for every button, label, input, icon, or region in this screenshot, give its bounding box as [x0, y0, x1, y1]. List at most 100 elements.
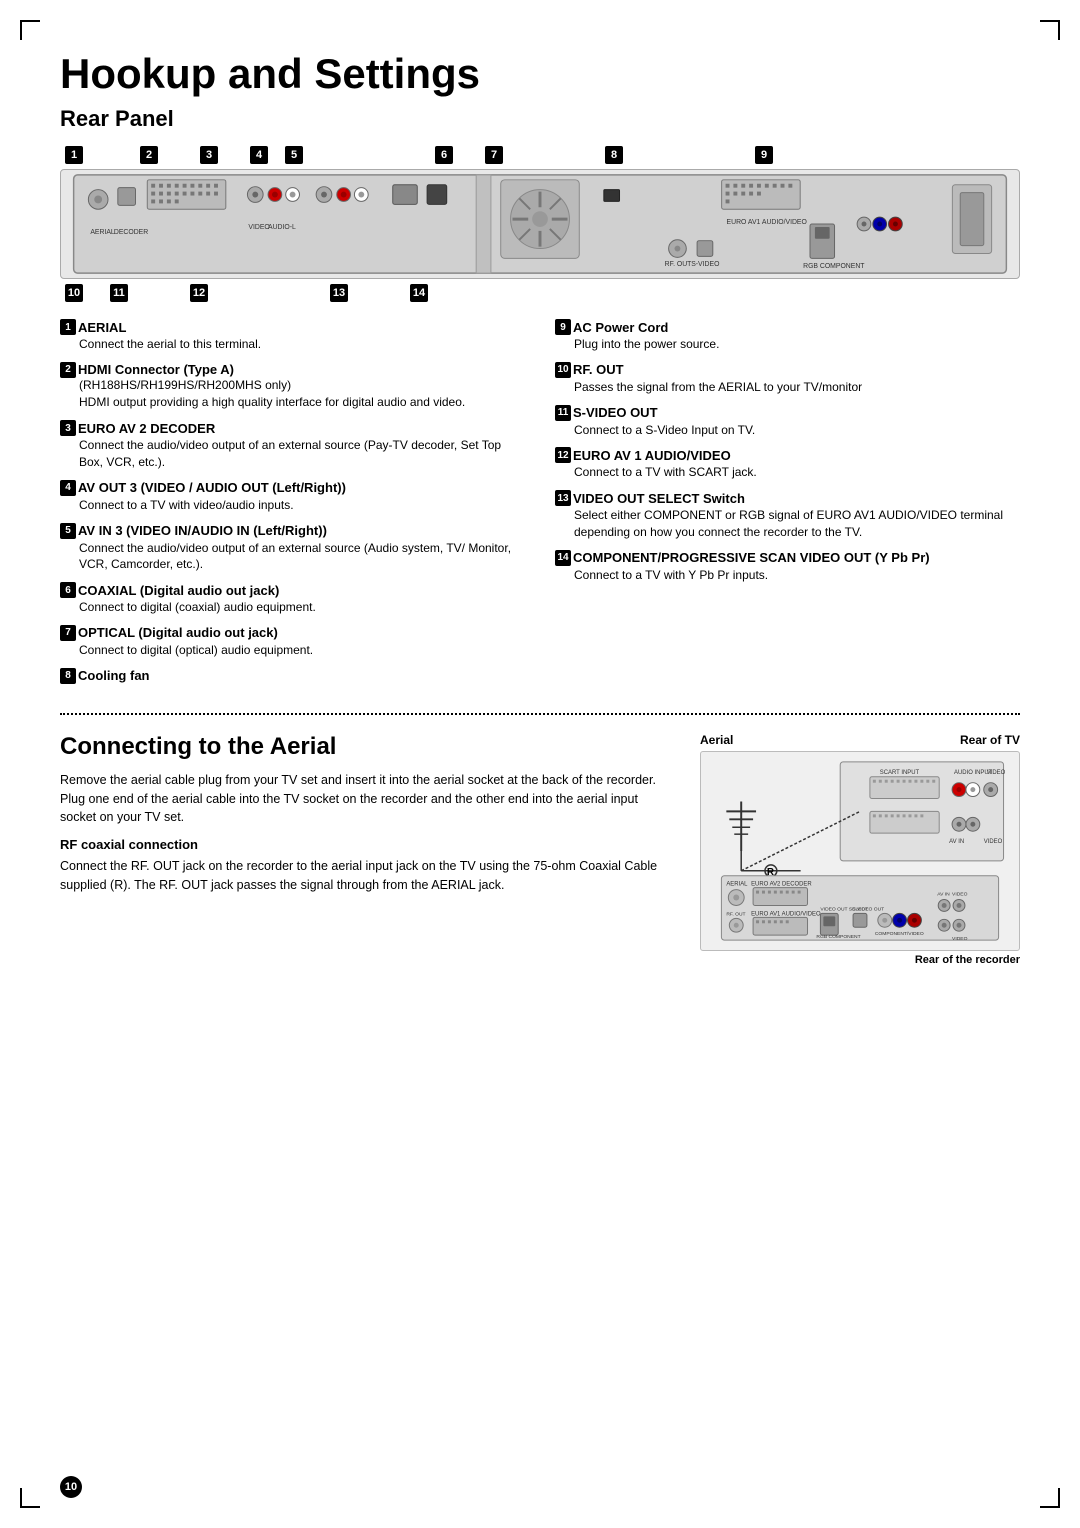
svg-text:S-VIDEO OUT: S-VIDEO OUT	[852, 906, 884, 912]
panel-image: AERIAL DECODER	[60, 169, 1020, 279]
desc-num-10: 10	[555, 362, 571, 378]
desc-num-12: 12	[555, 447, 571, 463]
desc-item-14: 14 COMPONENT/PROGRESSIVE SCAN VIDEO OUT …	[555, 550, 1020, 584]
num-badge-4: 4	[250, 146, 268, 164]
desc-title-5: AV IN 3 (VIDEO IN/AUDIO IN (Left/Right))	[78, 523, 327, 538]
desc-title-14: COMPONENT/PROGRESSIVE SCAN VIDEO OUT (Y …	[573, 550, 930, 565]
desc-item-12: 12 EURO AV 1 AUDIO/VIDEO Connect to a TV…	[555, 447, 1020, 481]
page-number: 10	[60, 1476, 82, 1498]
svg-text:EURO AV1 AUDIO/VIDEO: EURO AV1 AUDIO/VIDEO	[751, 911, 821, 917]
desc-num-4: 4	[60, 480, 76, 496]
svg-text:EURO AV1 AUDIO/VIDEO: EURO AV1 AUDIO/VIDEO	[727, 219, 807, 226]
num-badge-11: 11	[110, 284, 128, 302]
rf-body-text: Connect the RF. OUT jack on the recorder…	[60, 857, 675, 895]
svg-text:AV IN: AV IN	[937, 891, 950, 897]
desc-text-7: Connect to digital (optical) audio equip…	[60, 642, 525, 659]
svg-text:AERIAL: AERIAL	[90, 229, 115, 236]
desc-text-6: Connect to digital (coaxial) audio equip…	[60, 599, 525, 616]
aerial-diagram-labels: Aerial Rear of TV	[700, 733, 1020, 747]
corner-mark-tr	[1040, 20, 1060, 40]
desc-text-11: Connect to a S-Video Input on TV.	[555, 422, 1020, 439]
desc-sub-2: (RH188HS/RH199HS/RH200MHS only)	[60, 378, 525, 394]
diagram-numbers-bottom: 10 11 12 13 14	[60, 282, 1020, 304]
desc-num-7: 7	[60, 625, 76, 641]
desc-item-2: 2 HDMI Connector (Type A) (RH188HS/RH199…	[60, 362, 525, 411]
num-badge-2: 2	[140, 146, 158, 164]
desc-item-10: 10 RF. OUT Passes the signal from the AE…	[555, 362, 1020, 396]
desc-num-11: 11	[555, 405, 571, 421]
desc-title-6: COAXIAL (Digital audio out jack)	[78, 583, 279, 598]
desc-text-13: Select either COMPONENT or RGB signal of…	[555, 507, 1020, 541]
desc-num-2: 2	[60, 362, 76, 378]
diagram-numbers-top: 1 2 3 4 5 6 7 8 9	[60, 144, 1020, 166]
svg-text:VIDEO: VIDEO	[952, 936, 968, 942]
desc-num-9: 9	[555, 319, 571, 335]
aerial-diagram-image: R SCART INPUT	[700, 751, 1020, 951]
aerial-section-title: Connecting to the Aerial	[60, 733, 675, 761]
desc-item-3: 3 EURO AV 2 DECODER Connect the audio/vi…	[60, 420, 525, 471]
desc-item-6: 6 COAXIAL (Digital audio out jack) Conne…	[60, 582, 525, 616]
descriptions-area: 1 AERIAL Connect the aerial to this term…	[60, 319, 1020, 693]
svg-text:DECODER: DECODER	[114, 229, 148, 236]
corner-mark-tl	[20, 20, 40, 40]
desc-text-5: Connect the audio/video output of an ext…	[60, 540, 525, 574]
desc-text-4: Connect to a TV with video/audio inputs.	[60, 497, 525, 514]
desc-item-11: 11 S-VIDEO OUT Connect to a S-Video Inpu…	[555, 405, 1020, 439]
aerial-text-block: Connecting to the Aerial Remove the aeri…	[60, 733, 675, 905]
num-badge-8: 8	[605, 146, 623, 164]
svg-text:VIDEO: VIDEO	[248, 224, 269, 231]
num-badge-1: 1	[65, 146, 83, 164]
desc-title-13: VIDEO OUT SELECT Switch	[573, 491, 745, 506]
svg-text:SCART INPUT: SCART INPUT	[880, 770, 920, 776]
svg-text:RF. OUT: RF. OUT	[726, 911, 745, 917]
desc-num-5: 5	[60, 523, 76, 539]
desc-item-4: 4 AV OUT 3 (VIDEO / AUDIO OUT (Left/Righ…	[60, 480, 525, 514]
desc-title-7: OPTICAL (Digital audio out jack)	[78, 625, 278, 640]
aerial-body-text: Remove the aerial cable plug from your T…	[60, 771, 675, 827]
svg-text:COMPONENT/VIDEO: COMPONENT/VIDEO	[875, 931, 924, 937]
svg-text:RGB COMPONENT: RGB COMPONENT	[816, 934, 860, 940]
desc-text-3: Connect the audio/video output of an ext…	[60, 437, 525, 471]
num-badge-3: 3	[200, 146, 218, 164]
desc-num-6: 6	[60, 582, 76, 598]
desc-title-1: AERIAL	[78, 320, 126, 335]
num-badge-9: 9	[755, 146, 773, 164]
desc-text-10: Passes the signal from the AERIAL to you…	[555, 379, 1020, 396]
num-badge-5: 5	[285, 146, 303, 164]
desc-right-col: 9 AC Power Cord Plug into the power sour…	[555, 319, 1020, 693]
svg-text:RGB COMPONENT: RGB COMPONENT	[803, 263, 865, 270]
desc-item-8: 8 Cooling fan	[60, 668, 525, 684]
desc-item-5: 5 AV IN 3 (VIDEO IN/AUDIO IN (Left/Right…	[60, 523, 525, 574]
svg-text:VIDEO: VIDEO	[987, 770, 1006, 776]
desc-num-13: 13	[555, 490, 571, 506]
rear-panel-title: Rear Panel	[60, 106, 1020, 132]
rear-recorder-label: Rear of the recorder	[700, 954, 1020, 966]
desc-num-14: 14	[555, 550, 571, 566]
rear-panel-diagram-area: 1 2 3 4 5 6 7 8 9	[60, 144, 1020, 304]
desc-title-10: RF. OUT	[573, 362, 624, 377]
num-badge-14: 14	[410, 284, 428, 302]
main-title: Hookup and Settings	[60, 50, 1020, 98]
desc-text-12: Connect to a TV with SCART jack.	[555, 464, 1020, 481]
desc-text-14: Connect to a TV with Y Pb Pr inputs.	[555, 567, 1020, 584]
rear-tv-label: Rear of TV	[960, 733, 1020, 747]
corner-mark-bl	[20, 1488, 40, 1508]
desc-left-col: 1 AERIAL Connect the aerial to this term…	[60, 319, 525, 693]
svg-text:AUDIO-L: AUDIO-L	[268, 224, 296, 231]
num-badge-13: 13	[330, 284, 348, 302]
desc-title-11: S-VIDEO OUT	[573, 405, 658, 420]
corner-mark-br	[1040, 1488, 1060, 1508]
aerial-diagram-block: Aerial Rear of TV	[700, 733, 1020, 966]
aerial-section: Connecting to the Aerial Remove the aeri…	[60, 733, 1020, 966]
desc-title-2: HDMI Connector (Type A)	[78, 362, 234, 377]
dotted-separator	[60, 713, 1020, 715]
desc-num-1: 1	[60, 319, 76, 335]
svg-text:AERIAL: AERIAL	[726, 881, 748, 887]
aerial-label: Aerial	[700, 733, 733, 747]
desc-item-1: 1 AERIAL Connect the aerial to this term…	[60, 319, 525, 353]
num-badge-10: 10	[65, 284, 83, 302]
num-badge-7: 7	[485, 146, 503, 164]
desc-text-9: Plug into the power source.	[555, 336, 1020, 353]
svg-text:RF. OUT: RF. OUT	[665, 261, 692, 268]
svg-text:VIDEO: VIDEO	[984, 839, 1003, 845]
